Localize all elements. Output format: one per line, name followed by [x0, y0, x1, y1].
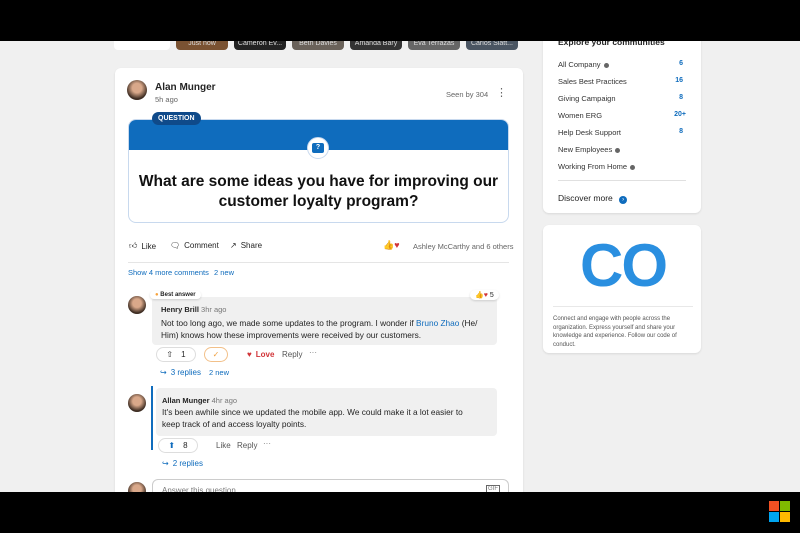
comment-bubble: Allan Munger 4hr ago It's been awhile si…	[156, 388, 497, 436]
reply-arrow-icon: ↪	[160, 368, 167, 377]
comment-author[interactable]: Allan Munger	[162, 396, 210, 405]
question-icon: ?	[307, 137, 329, 159]
unread-count: 16	[675, 77, 683, 84]
comment-button[interactable]: 🗨︎ Comment	[170, 241, 219, 250]
comment-text: It's been awhile since we updated the mo…	[162, 407, 463, 429]
reply-button[interactable]: Reply	[237, 441, 257, 450]
community-all-company[interactable]: All Company	[558, 60, 609, 69]
divider	[553, 306, 693, 307]
check-badge-icon: ●	[155, 292, 159, 298]
question-banner: ? What are some ideas you have for impro…	[128, 119, 509, 223]
community-logo: CO	[580, 232, 668, 299]
reply-button[interactable]: Reply	[282, 350, 302, 359]
community-new-employees[interactable]: New Employees	[558, 145, 621, 154]
unread-count: 20+	[674, 111, 686, 118]
avatar	[127, 80, 147, 100]
upvote-button[interactable]: ⇧ 1	[156, 347, 196, 362]
comment-time: 3hr ago	[201, 305, 227, 314]
avatar	[128, 296, 146, 314]
mention-link[interactable]: Bruno Zhao	[416, 318, 459, 328]
about-card: CO Connect and engage with people across…	[543, 225, 701, 353]
mark-best-answer-button[interactable]: ✓	[204, 347, 228, 362]
community-description: Connect and engage with people across th…	[553, 316, 677, 348]
love-button[interactable]: ♥ Love	[247, 350, 274, 359]
share-icon: ↗	[230, 241, 237, 250]
reply-arrow-icon: ↪	[162, 459, 169, 468]
comment-author[interactable]: Henry Brill	[161, 305, 199, 314]
share-button[interactable]: ↗ Share	[230, 241, 262, 250]
communities-card: Explore your communities All Company 6 Sa…	[543, 30, 701, 213]
unread-count: 8	[679, 128, 683, 135]
like-button[interactable]: Like	[216, 441, 231, 450]
best-answer-badge: ● Best answer	[150, 291, 201, 299]
community-wfh[interactable]: Working From Home	[558, 162, 636, 171]
chevron-right-icon: ›	[619, 196, 628, 204]
comment-icon: 🗨︎	[170, 241, 181, 250]
letterbox-top	[0, 0, 800, 41]
community-giving[interactable]: Giving Campaign	[558, 94, 616, 103]
divider	[558, 180, 686, 181]
community-help-desk[interactable]: Help Desk Support	[558, 128, 621, 137]
unread-count: 6	[679, 60, 683, 67]
community-women-erg[interactable]: Women ERG	[558, 111, 602, 120]
check-icon: ✓	[212, 350, 220, 359]
post-card: Alan Munger 5h ago Seen by 304 ⋮ ? What …	[115, 68, 523, 508]
view-replies[interactable]: ↪ 3 replies	[160, 368, 201, 377]
comment-bubble: Henry Brill 3hr ago Not too long ago, we…	[152, 297, 497, 345]
show-more-comments[interactable]: Show 4 more comments	[128, 268, 209, 277]
globe-icon	[603, 62, 609, 68]
upvote-filled-icon: ⬆	[168, 441, 176, 450]
post-author[interactable]: Alan Munger	[155, 82, 216, 93]
more-icon[interactable]: ···	[309, 348, 317, 357]
divider	[128, 262, 509, 263]
post-time: 5h ago	[155, 95, 178, 104]
reactions-icon[interactable]: 👍♥	[383, 240, 400, 251]
upvote-icon: ⇧	[166, 350, 174, 359]
globe-icon	[630, 164, 636, 170]
like-icon: 👍︎	[129, 241, 138, 250]
thread-line	[151, 386, 153, 450]
globe-icon	[615, 147, 621, 153]
more-options-icon[interactable]: ⋮	[496, 86, 507, 99]
comment-text: Not too long ago, we made some updates t…	[161, 318, 478, 340]
upvote-button[interactable]: ⬆ 8	[158, 438, 198, 453]
discover-more-link[interactable]: Discover more ›	[558, 193, 628, 204]
unread-count: 8	[679, 94, 683, 101]
seen-count[interactable]: Seen by 304	[446, 90, 488, 99]
microsoft-logo	[769, 501, 790, 522]
new-badge[interactable]: 2 new	[209, 368, 229, 377]
avatar	[128, 394, 146, 412]
heart-icon: ♥	[247, 350, 252, 359]
letterbox-bottom	[0, 492, 800, 533]
comment-time: 4hr ago	[211, 396, 238, 405]
view-replies[interactable]: ↪ 2 replies	[162, 459, 203, 468]
comment-reactions[interactable]: 👍♥ 5	[470, 290, 499, 300]
question-badge: QUESTION	[152, 112, 201, 125]
reactors-text[interactable]: Ashley McCarthy and 6 others	[413, 242, 513, 251]
question-text: What are some ideas you have for improvi…	[138, 173, 499, 210]
more-icon[interactable]: ···	[263, 439, 271, 448]
new-badge[interactable]: 2 new	[214, 268, 234, 277]
like-button[interactable]: 👍︎ Like	[129, 241, 156, 251]
community-sales[interactable]: Sales Best Practices	[558, 77, 627, 86]
